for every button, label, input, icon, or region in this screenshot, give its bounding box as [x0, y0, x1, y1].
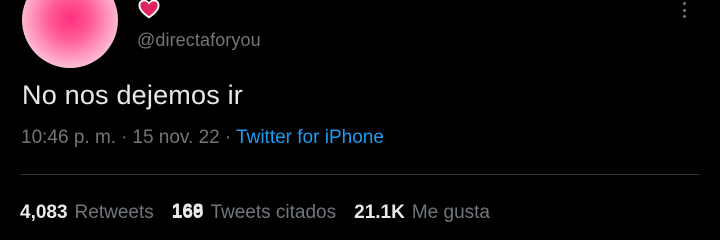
avatar[interactable] [22, 0, 118, 68]
heart-emoji-icon [138, 0, 160, 19]
tweet-text: No nos dejemos ir [22, 80, 243, 110]
retweets-count: 4,083 [20, 202, 68, 223]
retweets-label: Retweets [74, 202, 154, 223]
more-dot [682, 8, 686, 12]
more-options-icon[interactable] [676, 2, 692, 18]
likes-stat[interactable]: 21.1K Me gusta [354, 202, 490, 224]
more-dot [682, 2, 686, 5]
meta-separator: · [224, 127, 232, 148]
likes-label: Me gusta [411, 202, 490, 223]
quote-tweets-label: Tweets citados [210, 202, 337, 223]
more-dot [682, 15, 686, 18]
quote-tweets-stat[interactable]: 169 168 Tweets citados [171, 201, 337, 224]
quote-tweets-count-overlay: 168 [171, 201, 204, 222]
display-name[interactable] [137, 0, 161, 20]
likes-count: 21.1K [354, 202, 405, 223]
retweets-stat[interactable]: 4,083 Retweets [20, 202, 154, 224]
tweet-source-link[interactable]: Twitter for iPhone [236, 127, 384, 148]
user-handle[interactable]: @directaforyou [137, 30, 261, 51]
quote-tweets-count: 169 168 [171, 201, 204, 224]
tweet-date[interactable]: 15 nov. 22 [132, 127, 219, 148]
meta-separator: · [121, 127, 128, 148]
tweet-metadata: 10:46 p. m. · 15 nov. 22 · Twitter for iPhon… [21, 127, 384, 149]
divider [20, 174, 700, 175]
tweet-time[interactable]: 10:46 p. m. [21, 127, 116, 148]
engagement-stats: 4,083 Retweets 169 168 Tweets citados 21… [20, 201, 490, 224]
